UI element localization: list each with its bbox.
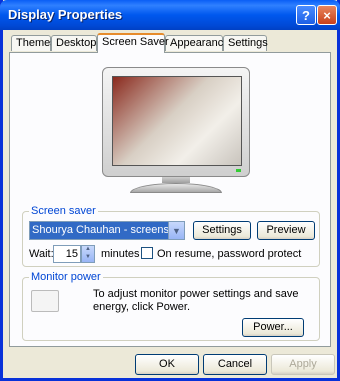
- wait-spinner[interactable]: ▲ ▼: [81, 245, 95, 263]
- monitor-stand-base: [130, 183, 222, 193]
- monitor-power-group-label: Monitor power: [29, 271, 103, 283]
- screen-saver-panel: Screen saver Shourya Chauhan - screensav…: [9, 52, 331, 347]
- power-button[interactable]: Power...: [242, 318, 304, 337]
- wait-label: Wait:: [29, 248, 54, 260]
- power-led-icon: [236, 169, 241, 172]
- monitor-power-group: Monitor power To adjust monitor power se…: [22, 271, 320, 341]
- close-button[interactable]: ×: [317, 5, 337, 25]
- screen-saver-selected-value: Shourya Chauhan - screensave: [32, 224, 170, 236]
- window-title: Display Properties: [8, 7, 123, 22]
- monitor-power-description: To adjust monitor power settings and sav…: [93, 288, 299, 313]
- spin-down-icon[interactable]: ▼: [85, 254, 91, 260]
- tab-settings[interactable]: Settings: [223, 35, 268, 51]
- preview-button[interactable]: Preview: [257, 221, 315, 240]
- display-properties-window: Display Properties ? × Themes Desktop Sc…: [0, 0, 340, 381]
- password-protect-checkbox[interactable]: [141, 247, 153, 259]
- password-protect-label: On resume, password protect: [157, 248, 302, 260]
- chevron-down-icon[interactable]: ▼: [168, 222, 184, 239]
- help-button[interactable]: ?: [296, 5, 316, 25]
- wait-minutes-input[interactable]: 15: [53, 245, 81, 263]
- settings-button[interactable]: Settings: [193, 221, 251, 240]
- screen-saver-group: Screen saver Shourya Chauhan - screensav…: [22, 205, 320, 267]
- tab-themes[interactable]: Themes: [11, 35, 56, 51]
- ok-button[interactable]: OK: [135, 354, 199, 375]
- tab-appearance[interactable]: Appearance: [165, 35, 229, 51]
- energy-monitor-icon: [31, 290, 59, 312]
- screen-saver-preview-image: [112, 76, 242, 166]
- tab-screen-saver[interactable]: Screen Saver: [97, 33, 169, 53]
- title-bar[interactable]: Display Properties ? ×: [0, 0, 340, 30]
- screen-saver-group-label: Screen saver: [29, 205, 98, 217]
- minutes-label: minutes: [101, 248, 140, 260]
- screen-saver-select[interactable]: Shourya Chauhan - screensave ▼: [29, 221, 185, 240]
- apply-button[interactable]: Apply: [271, 354, 335, 375]
- monitor-preview: [102, 67, 250, 177]
- cancel-button[interactable]: Cancel: [203, 354, 267, 375]
- tab-desktop[interactable]: Desktop: [51, 35, 97, 51]
- spin-up-icon[interactable]: ▲: [85, 246, 91, 252]
